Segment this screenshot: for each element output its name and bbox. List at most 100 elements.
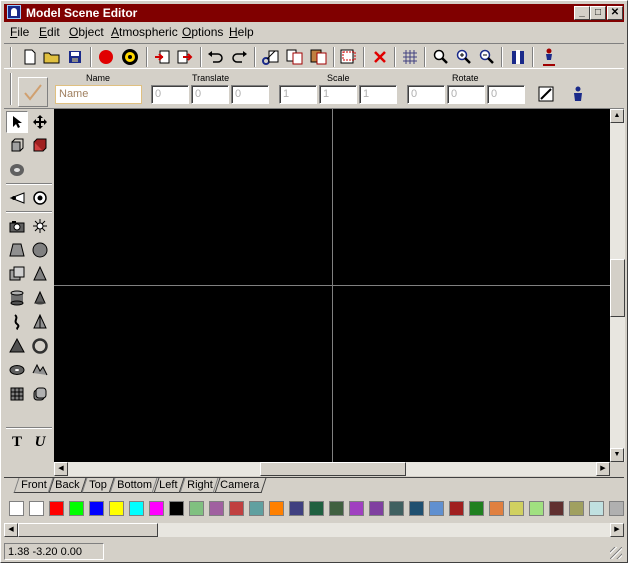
translate-x-field[interactable]: 0 xyxy=(151,85,189,104)
rotate-z-field[interactable]: 0 xyxy=(487,85,525,104)
color-swatch[interactable] xyxy=(409,501,424,516)
edit-pencil-icon[interactable] xyxy=(536,84,556,104)
name-field[interactable]: Name xyxy=(55,85,142,104)
color-swatch[interactable] xyxy=(309,501,324,516)
maximize-button[interactable]: □ xyxy=(590,6,606,20)
palette-scroll-thumb[interactable] xyxy=(18,523,158,537)
color-swatch[interactable] xyxy=(209,501,224,516)
menu-help[interactable]: Help xyxy=(229,25,254,39)
render-icon[interactable] xyxy=(120,47,140,67)
color-swatch[interactable] xyxy=(149,501,164,516)
color-swatch[interactable] xyxy=(549,501,564,516)
scene-viewport[interactable] xyxy=(54,109,610,462)
palette-scrollbar[interactable]: ◀ ▶ xyxy=(4,523,624,537)
menu-options[interactable]: Options xyxy=(182,25,223,39)
vertical-scrollbar[interactable]: ▲ ▼ xyxy=(610,109,625,462)
font-icon[interactable]: U xyxy=(29,431,51,453)
color-swatch[interactable] xyxy=(109,501,124,516)
color-swatch[interactable] xyxy=(269,501,284,516)
scroll-down-button[interactable]: ▼ xyxy=(610,448,624,462)
tab-camera[interactable]: Camera xyxy=(212,478,267,493)
color-swatch[interactable] xyxy=(169,501,184,516)
paste-icon[interactable] xyxy=(309,47,329,67)
vertical-scroll-thumb[interactable] xyxy=(610,259,625,317)
scale-x-field[interactable]: 1 xyxy=(279,85,317,104)
color-swatch[interactable] xyxy=(389,501,404,516)
color-swatch[interactable] xyxy=(29,501,44,516)
select-arrow-icon[interactable] xyxy=(6,111,28,133)
cone-solid-icon[interactable] xyxy=(6,335,28,357)
color-swatch[interactable] xyxy=(69,501,84,516)
scale-z-field[interactable]: 1 xyxy=(359,85,397,104)
menu-object[interactable]: Object xyxy=(69,25,104,39)
color-swatch[interactable] xyxy=(49,501,64,516)
prism-icon[interactable] xyxy=(6,239,28,261)
title-bar[interactable]: Model Scene Editor _ □ ✕ xyxy=(4,4,624,22)
delete-icon[interactable] xyxy=(370,47,390,67)
color-swatch[interactable] xyxy=(529,501,544,516)
sphere-icon[interactable] xyxy=(29,239,51,261)
scroll-right-button[interactable]: ▶ xyxy=(596,462,610,476)
new-file-icon[interactable] xyxy=(20,47,40,67)
redo-icon[interactable] xyxy=(230,47,250,67)
color-swatch[interactable] xyxy=(369,501,384,516)
color-swatch[interactable] xyxy=(589,501,604,516)
translate-y-field[interactable]: 0 xyxy=(191,85,229,104)
palette-scroll-left-button[interactable]: ◀ xyxy=(4,523,18,537)
color-swatch[interactable] xyxy=(289,501,304,516)
color-swatch[interactable] xyxy=(9,501,24,516)
scroll-up-button[interactable]: ▲ xyxy=(610,109,624,123)
disc-icon[interactable] xyxy=(6,359,28,381)
color-swatch[interactable] xyxy=(429,501,444,516)
mesh-grid-icon[interactable] xyxy=(6,383,28,405)
translate-z-field[interactable]: 0 xyxy=(231,85,269,104)
torus-icon[interactable] xyxy=(6,159,28,181)
minimize-button[interactable]: _ xyxy=(574,6,590,20)
spotlight-icon[interactable] xyxy=(6,187,28,209)
properties-icon[interactable] xyxy=(508,47,528,67)
zoom-in-icon[interactable] xyxy=(454,47,474,67)
text-icon[interactable]: T xyxy=(6,431,28,453)
resize-grip[interactable] xyxy=(610,547,622,559)
scene-icon[interactable] xyxy=(339,47,359,67)
color-swatch[interactable] xyxy=(509,501,524,516)
color-swatch[interactable] xyxy=(469,501,484,516)
copy-icon[interactable] xyxy=(285,47,305,67)
cut-icon[interactable] xyxy=(261,47,281,67)
lathe-icon[interactable] xyxy=(6,311,28,333)
undo-icon[interactable] xyxy=(205,47,225,67)
export-icon[interactable] xyxy=(175,47,195,67)
close-button[interactable]: ✕ xyxy=(607,6,623,20)
color-swatch[interactable] xyxy=(569,501,584,516)
palette-scroll-right-button[interactable]: ▶ xyxy=(610,523,624,537)
scale-y-field[interactable]: 1 xyxy=(319,85,357,104)
ring-icon[interactable] xyxy=(29,335,51,357)
cone-icon[interactable] xyxy=(29,263,51,285)
color-swatch[interactable] xyxy=(349,501,364,516)
apply-check-button[interactable] xyxy=(18,77,48,107)
color-swatch[interactable] xyxy=(249,501,264,516)
rounded-box-icon[interactable] xyxy=(29,383,51,405)
color-swatch[interactable] xyxy=(129,501,144,516)
zoom-out-icon[interactable] xyxy=(477,47,497,67)
move-icon[interactable] xyxy=(29,111,51,133)
open-folder-icon[interactable] xyxy=(42,47,62,67)
point-target-icon[interactable] xyxy=(29,187,51,209)
color-swatch[interactable] xyxy=(189,501,204,516)
menu-atmospheric[interactable]: Atmospheric xyxy=(111,25,178,39)
menu-edit[interactable]: Edit xyxy=(39,25,60,39)
rotate-x-field[interactable]: 0 xyxy=(407,85,445,104)
pyramid-icon[interactable] xyxy=(29,311,51,333)
menu-file[interactable]: File xyxy=(10,25,29,39)
box-icon[interactable] xyxy=(6,263,28,285)
cube-red-icon[interactable] xyxy=(29,134,51,156)
grid-icon[interactable] xyxy=(400,47,420,67)
color-swatch[interactable] xyxy=(89,501,104,516)
horizontal-scroll-thumb[interactable] xyxy=(260,462,406,476)
color-swatch[interactable] xyxy=(329,501,344,516)
zoom-icon[interactable] xyxy=(431,47,451,67)
light-sun-icon[interactable] xyxy=(29,215,51,237)
rotate-y-field[interactable]: 0 xyxy=(447,85,485,104)
figure-icon[interactable] xyxy=(539,47,559,67)
horizontal-scrollbar[interactable]: ◀ ▶ xyxy=(54,462,610,476)
